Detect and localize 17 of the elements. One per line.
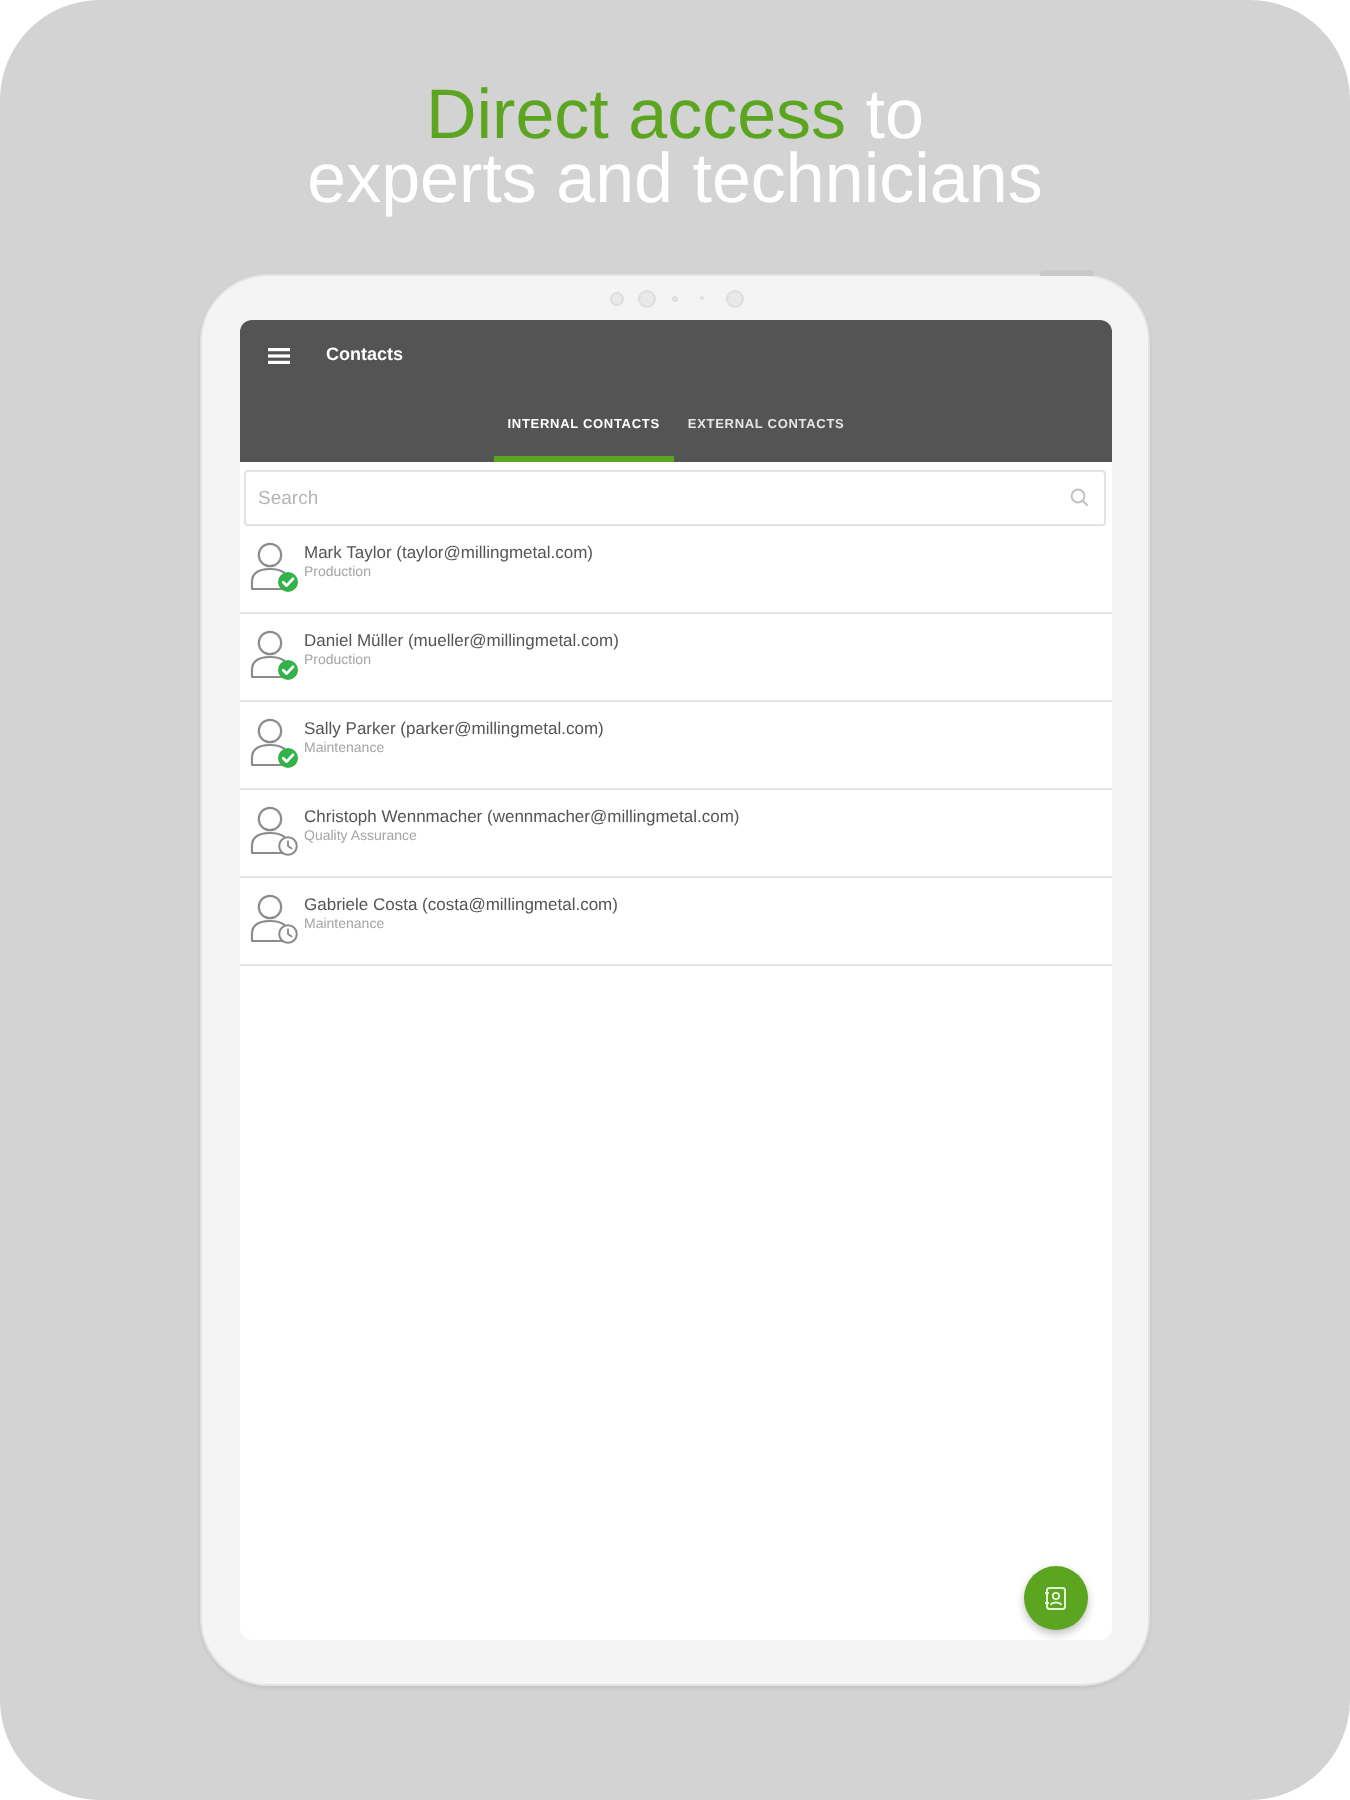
contact-name: Sally Parker (parker@millingmetal.com) <box>304 718 604 740</box>
contact-card-icon <box>1044 1586 1068 1610</box>
contact-name: Gabriele Costa (costa@millingmetal.com) <box>304 894 618 916</box>
power-key-drawing <box>1040 270 1094 276</box>
search-icon[interactable] <box>1070 488 1088 506</box>
menu-icon[interactable] <box>268 347 290 363</box>
person-icon <box>250 892 290 944</box>
contact-name: Mark Taylor (taylor@millingmetal.com) <box>304 542 593 564</box>
person-icon <box>250 628 290 680</box>
search-field[interactable]: Search <box>244 470 1106 526</box>
floating-action-button[interactable] <box>1024 1566 1088 1630</box>
app-title: Contacts <box>326 341 404 368</box>
person-icon <box>250 540 290 592</box>
person-icon <box>250 804 290 856</box>
person-icon <box>250 716 290 768</box>
contact-name: Christoph Wennmacher (wennmacher@millingmetal.com) <box>304 806 740 828</box>
contact-name: Daniel Müller (mueller@millingmetal.com) <box>304 630 619 652</box>
